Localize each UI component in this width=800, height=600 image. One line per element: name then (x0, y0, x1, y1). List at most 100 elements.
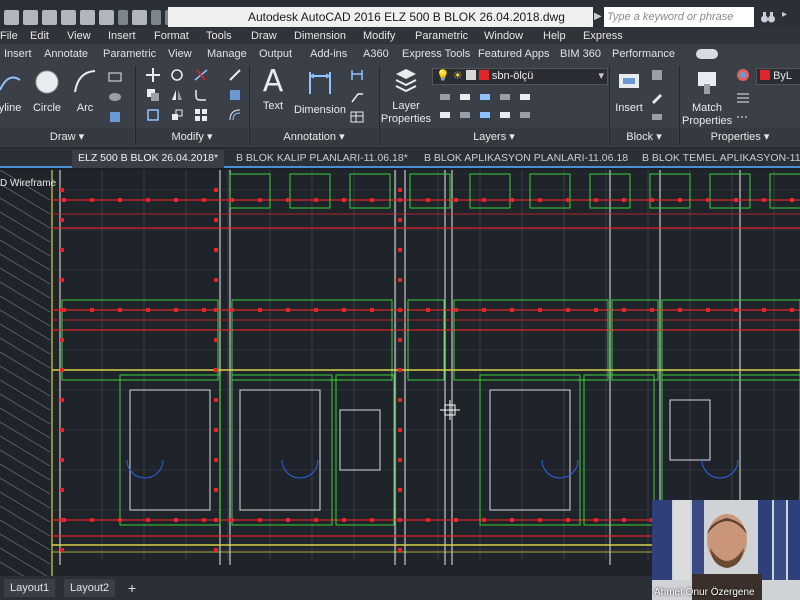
redo-icon[interactable] (132, 9, 147, 25)
tab-bim-360[interactable]: BIM 360 (560, 46, 601, 62)
rectangle-icon[interactable] (108, 70, 122, 84)
linear-dim-icon[interactable] (350, 68, 364, 82)
open-file-icon[interactable] (23, 9, 38, 25)
layers-panel-title[interactable]: Layers ▾ (380, 128, 608, 146)
tab-view[interactable]: View (168, 46, 192, 62)
doc-tab-active[interactable]: ELZ 500 B BLOK 26.04.2018* (72, 150, 225, 168)
menu-modify[interactable]: Modify (363, 28, 395, 44)
tab-parametric[interactable]: Parametric (103, 46, 156, 62)
menu-format[interactable]: Format (154, 28, 189, 44)
lineweight-icon[interactable] (736, 90, 750, 104)
doc-tab[interactable]: B BLOK APLIKASYON PLANLARI-11.06.18 (418, 150, 634, 168)
draw-panel-title[interactable]: Draw ▾ (0, 128, 134, 146)
doc-tab[interactable]: B BLOK KALIP PLANLARI-11.06.18* (230, 150, 414, 168)
modify-panel-title[interactable]: Modify ▾ (136, 128, 248, 146)
doc-tab[interactable]: B BLOK TEMEL APLIKASYON-11.06.2 (636, 150, 800, 168)
properties-panel-title[interactable]: Properties ▾ (680, 128, 800, 146)
menu-window[interactable]: Window (484, 28, 523, 44)
leader-icon[interactable] (350, 90, 364, 104)
menu-dimension[interactable]: Dimension (294, 28, 346, 44)
copy-icon[interactable] (146, 88, 160, 102)
print-icon[interactable] (80, 9, 95, 25)
layer-lock-icon[interactable] (498, 90, 512, 104)
edit-attributes-icon[interactable] (650, 110, 664, 124)
edit-block-icon[interactable] (650, 90, 664, 104)
tab-output[interactable]: Output (259, 46, 292, 62)
layer-on-icon[interactable] (438, 108, 452, 122)
layer-freeze-icon[interactable] (478, 90, 492, 104)
redo-dropdown-icon[interactable] (151, 9, 161, 25)
stretch-icon[interactable] (146, 108, 160, 122)
text-button[interactable]: A Text (256, 66, 290, 113)
layer-unlock-icon[interactable] (498, 108, 512, 122)
search-expand-icon[interactable]: ▶ (594, 8, 604, 26)
furniture-outline (339, 409, 381, 471)
explode-icon[interactable] (228, 88, 242, 102)
insert-block-button[interactable]: Insert (612, 68, 646, 115)
menu-view[interactable]: View (67, 28, 91, 44)
match-properties-button[interactable]: Match Properties (682, 68, 732, 128)
annotation-panel-title[interactable]: Annotation ▾ (250, 128, 378, 146)
menu-parametric[interactable]: Parametric (415, 28, 468, 44)
offset-icon[interactable] (228, 108, 242, 122)
create-block-icon[interactable] (650, 68, 664, 82)
save-as-icon[interactable] (61, 9, 76, 25)
scale-icon[interactable] (170, 108, 184, 122)
circle-button[interactable]: Circle (30, 68, 64, 115)
trim-icon[interactable] (194, 68, 208, 82)
undo-dropdown-icon[interactable] (118, 9, 128, 25)
visual-style-control[interactable]: D Wireframe (0, 178, 56, 189)
layer-off-icon[interactable] (438, 90, 452, 104)
binoculars-icon[interactable] (760, 9, 776, 25)
search-input[interactable]: Type a keyword or phrase (604, 7, 754, 27)
layer-unisolate-icon[interactable] (458, 108, 472, 122)
column-marker (622, 308, 626, 312)
tab-add-ins[interactable]: Add-ins (310, 46, 347, 62)
undo-icon[interactable] (99, 9, 114, 25)
chevron-icon[interactable]: ▸ (782, 9, 798, 25)
hatch-icon[interactable] (108, 90, 122, 104)
layer-dropdown[interactable]: 💡 ☀ sbn-ölçü ▾ (432, 68, 608, 85)
tab-express-tools[interactable]: Express Tools (402, 46, 470, 62)
tab-a360[interactable]: A360 (363, 46, 389, 62)
tab-manage[interactable]: Manage (207, 46, 247, 62)
rotate-icon[interactable] (170, 68, 184, 82)
layer-match-icon[interactable] (518, 108, 532, 122)
tab-featured-apps[interactable]: Featured Apps (478, 46, 550, 62)
menu-draw[interactable]: Draw (251, 28, 277, 44)
ribbon-minimize-toggle[interactable] (696, 49, 718, 59)
menu-insert[interactable]: Insert (108, 28, 136, 44)
table-icon[interactable] (350, 110, 364, 124)
menu-tools[interactable]: Tools (206, 28, 232, 44)
tab-annotate[interactable]: Annotate (44, 46, 88, 62)
menu-file[interactable]: File (0, 28, 18, 44)
color-dropdown[interactable]: ByL (756, 68, 800, 85)
add-layout-icon[interactable]: + (124, 579, 140, 597)
menu-edit[interactable]: Edit (30, 28, 49, 44)
boundary-icon[interactable] (108, 110, 122, 124)
block-panel-title[interactable]: Block ▾ (610, 128, 678, 146)
column-marker (60, 548, 64, 552)
new-file-icon[interactable] (4, 9, 19, 25)
tab-insert[interactable]: Insert (4, 46, 32, 62)
tab-performance[interactable]: Performance (612, 46, 675, 62)
dimension-button[interactable]: Dimension (292, 68, 348, 117)
erase-icon[interactable] (228, 68, 242, 82)
layer-thaw-icon[interactable] (478, 108, 492, 122)
mirror-icon[interactable] (170, 88, 184, 102)
tab-layout1[interactable]: Layout1 (4, 579, 56, 597)
tab-layout2[interactable]: Layout2 (64, 579, 116, 597)
fillet-icon[interactable] (194, 88, 208, 102)
save-icon[interactable] (42, 9, 57, 25)
polyline-button[interactable]: yline (0, 70, 24, 115)
arc-button[interactable]: Arc (70, 68, 100, 115)
layer-current-icon[interactable] (518, 90, 532, 104)
menu-help[interactable]: Help (543, 28, 566, 44)
color-wheel-icon[interactable] (736, 68, 750, 82)
layer-properties-button[interactable]: Layer Properties (380, 66, 432, 126)
layer-isolate-icon[interactable] (458, 90, 472, 104)
menu-express[interactable]: Express (583, 28, 623, 44)
array-icon[interactable] (194, 108, 208, 122)
move-icon[interactable] (146, 68, 160, 82)
linetype-icon[interactable] (736, 110, 750, 124)
